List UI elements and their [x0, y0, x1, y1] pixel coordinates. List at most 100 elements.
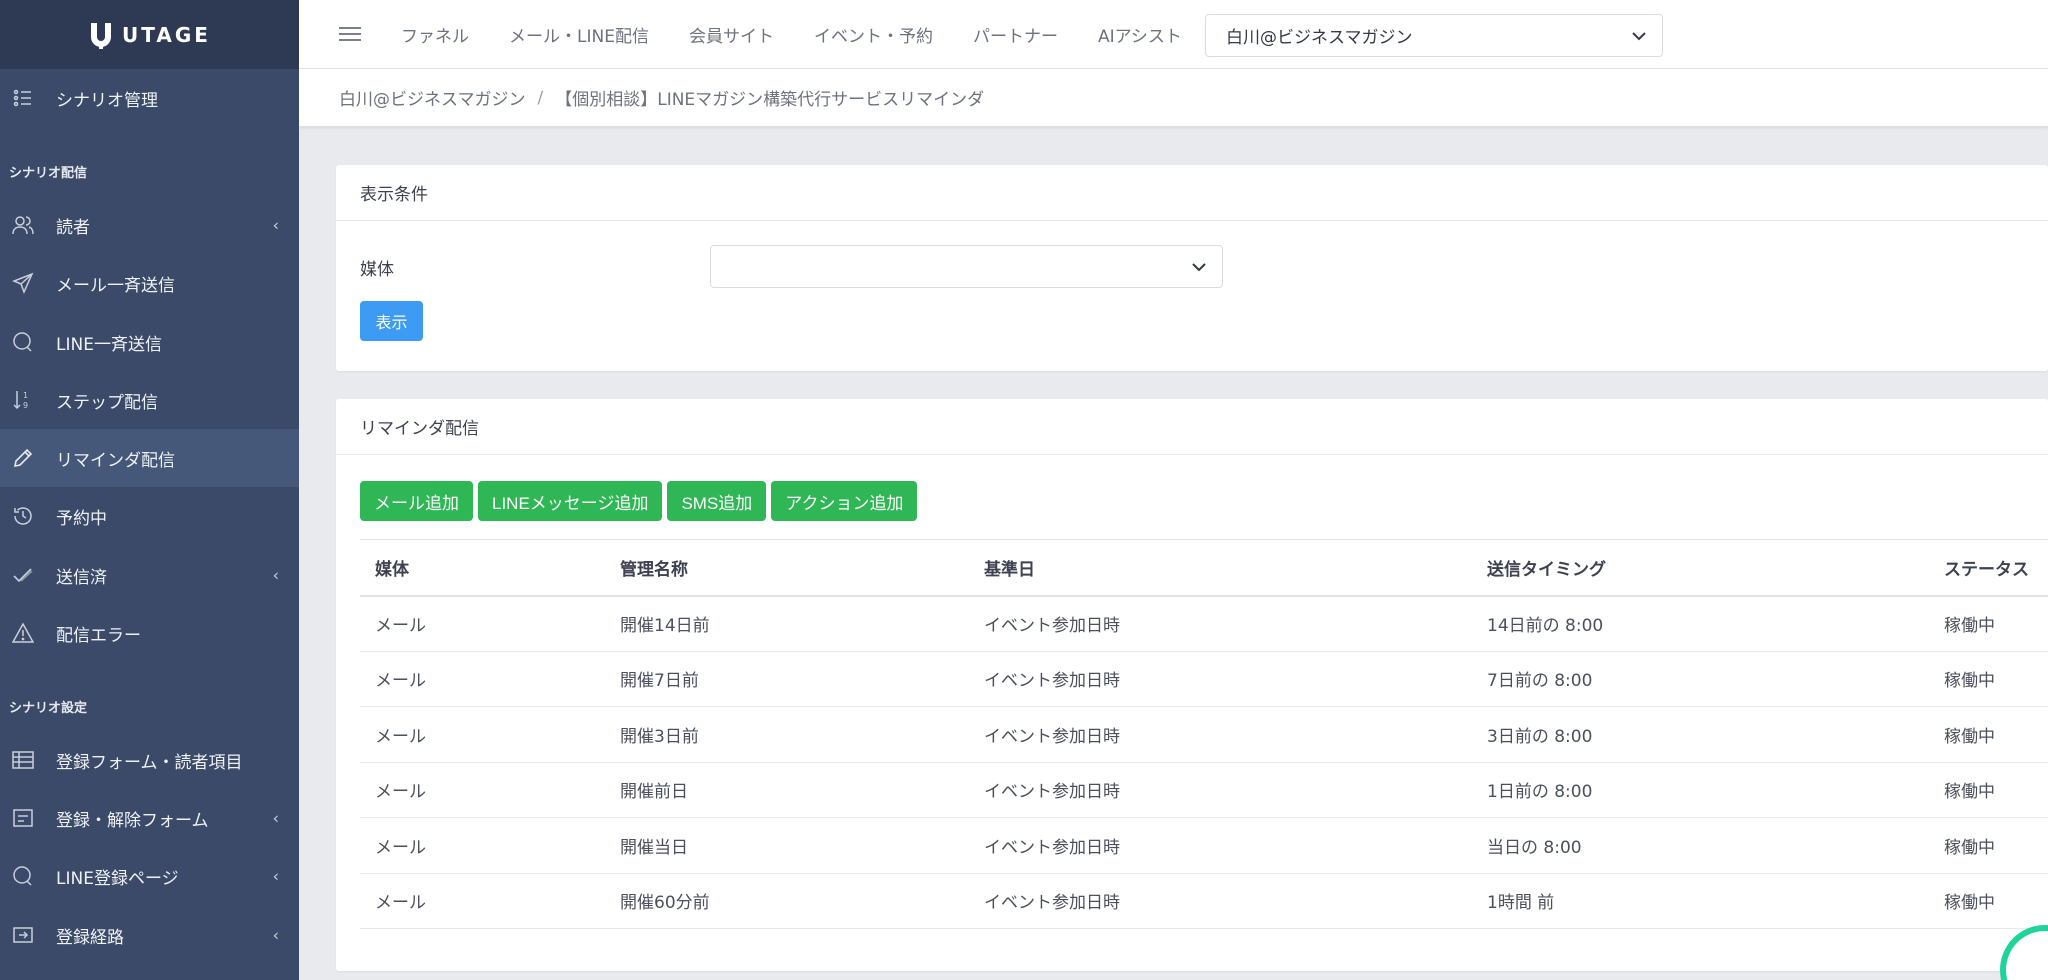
sidebar-item-mail-broadcast[interactable]: メール一斉送信 — [0, 254, 299, 312]
display-button[interactable]: 表示 — [360, 301, 423, 341]
form-icon — [12, 807, 34, 829]
filter-card: 表示条件 媒体 表示 — [336, 165, 2048, 371]
add-action-button[interactable]: アクション追加 — [771, 481, 918, 521]
logo-text: UTAGE — [122, 22, 211, 47]
column-header-base-date: 基準日 — [969, 539, 1472, 597]
check-icon — [12, 564, 34, 586]
sidebar-item-registration-form-fields[interactable]: 登録フォーム・読者項目 — [0, 731, 299, 789]
nav-item-funnel[interactable]: ファネル — [401, 22, 469, 47]
chat-icon — [12, 331, 34, 353]
hamburger-menu-icon[interactable] — [339, 25, 361, 43]
sidebar-item-scenario-management[interactable]: シナリオ管理 — [0, 69, 299, 127]
media-select[interactable] — [710, 245, 1223, 288]
sidebar-item-registration-route[interactable]: 登録経路 ‹ — [0, 906, 299, 964]
sidebar-item-delivery-error[interactable]: 配信エラー — [0, 604, 299, 662]
cell-status: 稼働中 — [1929, 595, 2048, 652]
cell-status: 稼働中 — [1929, 762, 2048, 818]
cell-name[interactable]: 開催3日前 — [605, 706, 969, 763]
sidebar-item-label: メール一斉送信 — [56, 275, 175, 296]
cell-name[interactable]: 開催前日 — [605, 762, 969, 818]
sidebar-section-title: シナリオ設定 — [9, 701, 88, 716]
cell-timing: 7日前の 8:00 — [1472, 651, 1929, 707]
chevron-left-icon: ‹ — [272, 808, 279, 828]
column-header-status: ステータス — [1929, 539, 2048, 597]
cell-timing: 14日前の 8:00 — [1472, 595, 1929, 652]
sidebar-item-line-broadcast[interactable]: LINE一斉送信 — [0, 313, 299, 371]
warning-icon — [12, 622, 34, 644]
sidebar-item-label: リマインダ配信 — [56, 450, 175, 471]
account-select[interactable]: 白川@ビジネスマガジン — [1205, 14, 1663, 57]
cell-name[interactable]: 開催14日前 — [605, 595, 969, 652]
sidebar-item-label: 読者 — [56, 217, 90, 238]
chevron-left-icon: ‹ — [272, 215, 279, 235]
logo[interactable]: UTAGE — [0, 0, 299, 69]
nav-item-mail-line[interactable]: メール・LINE配信 — [509, 22, 649, 47]
sidebar-item-sent[interactable]: 送信済 ‹ — [0, 546, 299, 604]
users-icon — [12, 214, 34, 236]
cell-status: 稼働中 — [1929, 651, 2048, 707]
sidebar-item-register-unsubscribe-form[interactable]: 登録・解除フォーム ‹ — [0, 789, 299, 847]
sidebar-item-label: 予約中 — [56, 508, 107, 529]
cell-timing: 当日の 8:00 — [1472, 817, 1929, 874]
sidebar-item-readers[interactable]: 読者 ‹ — [0, 196, 299, 254]
table-row[interactable]: メール 開催14日前 イベント参加日時 14日前の 8:00 稼働中 — [360, 595, 2048, 652]
reminder-card-title: リマインダ配信 — [336, 399, 2048, 455]
list-icon — [12, 87, 34, 109]
chat-icon — [12, 865, 34, 887]
cell-name[interactable]: 開催当日 — [605, 817, 969, 874]
chevron-down-icon — [1192, 263, 1206, 272]
sidebar-item-label: 登録経路 — [56, 927, 124, 948]
pencil-icon — [12, 447, 34, 469]
top-navbar: ファネル メール・LINE配信 会員サイト イベント・予約 パートナー AIアシ… — [299, 0, 2048, 69]
nav-item-event-reservation[interactable]: イベント・予約 — [814, 22, 933, 47]
column-header-name: 管理名称 — [605, 539, 969, 597]
table-row[interactable]: メール 開催当日 イベント参加日時 当日の 8:00 稼働中 — [360, 817, 2048, 874]
cell-name[interactable]: 開催60分前 — [605, 873, 969, 929]
cell-media: メール — [360, 762, 605, 818]
column-header-timing: 送信タイミング — [1472, 539, 1929, 597]
add-line-message-button[interactable]: LINEメッセージ追加 — [478, 481, 663, 521]
sidebar-item-reminder-delivery[interactable]: リマインダ配信 — [0, 429, 299, 487]
cell-media: メール — [360, 817, 605, 874]
cell-media: メール — [360, 651, 605, 707]
chevron-left-icon: ‹ — [272, 925, 279, 945]
table-row[interactable]: メール 開催3日前 イベント参加日時 3日前の 8:00 稼働中 — [360, 706, 2048, 763]
add-sms-button[interactable]: SMS追加 — [667, 481, 767, 521]
sidebar-item-label: LINE一斉送信 — [56, 334, 162, 355]
media-label: 媒体 — [360, 260, 394, 280]
cell-timing: 1日前の 8:00 — [1472, 762, 1929, 818]
cell-status: 稼働中 — [1929, 873, 2048, 929]
svg-text:9: 9 — [23, 401, 28, 410]
svg-text:1: 1 — [23, 391, 28, 400]
history-icon — [12, 505, 34, 527]
sidebar-item-label: ステップ配信 — [56, 392, 158, 413]
sidebar-item-label: LINE登録ページ — [56, 868, 179, 889]
nav-item-member-site[interactable]: 会員サイト — [689, 22, 774, 47]
cell-status: 稼働中 — [1929, 706, 2048, 763]
table-row[interactable]: メール 開催7日前 イベント参加日時 7日前の 8:00 稼働中 — [360, 651, 2048, 707]
sidebar-item-label: 登録フォーム・読者項目 — [56, 752, 243, 773]
chevron-left-icon: ‹ — [272, 565, 279, 585]
cell-base-date: イベント参加日時 — [969, 706, 1472, 763]
nav-item-ai-assist[interactable]: AIアシスト — [1098, 22, 1182, 47]
signin-icon — [12, 924, 34, 946]
cell-status: 稼働中 — [1929, 817, 2048, 874]
column-header-media: 媒体 — [360, 539, 605, 597]
breadcrumb-parent-link[interactable]: 白川@ビジネスマガジン — [339, 85, 526, 110]
sidebar-item-label: 配信エラー — [56, 625, 141, 646]
sidebar-item-scheduled[interactable]: 予約中 — [0, 487, 299, 545]
table-row[interactable]: メール 開催60分前 イベント参加日時 1時間 前 稼働中 — [360, 873, 2048, 929]
sidebar-item-step-delivery[interactable]: 19 ステップ配信 — [0, 371, 299, 429]
sidebar-item-line-registration-page[interactable]: LINE登録ページ ‹ — [0, 847, 299, 905]
nav-item-partner[interactable]: パートナー — [973, 22, 1058, 47]
utage-logo-icon — [91, 22, 112, 49]
cell-base-date: イベント参加日時 — [969, 762, 1472, 818]
cell-base-date: イベント参加日時 — [969, 595, 1472, 652]
table-row[interactable]: メール 開催前日 イベント参加日時 1日前の 8:00 稼働中 — [360, 762, 2048, 818]
sidebar-item-label: シナリオ管理 — [56, 90, 158, 111]
sort-icon: 19 — [12, 389, 34, 411]
chevron-down-icon — [1632, 32, 1646, 41]
cell-base-date: イベント参加日時 — [969, 651, 1472, 707]
cell-name[interactable]: 開催7日前 — [605, 651, 969, 707]
add-mail-button[interactable]: メール追加 — [360, 481, 473, 521]
